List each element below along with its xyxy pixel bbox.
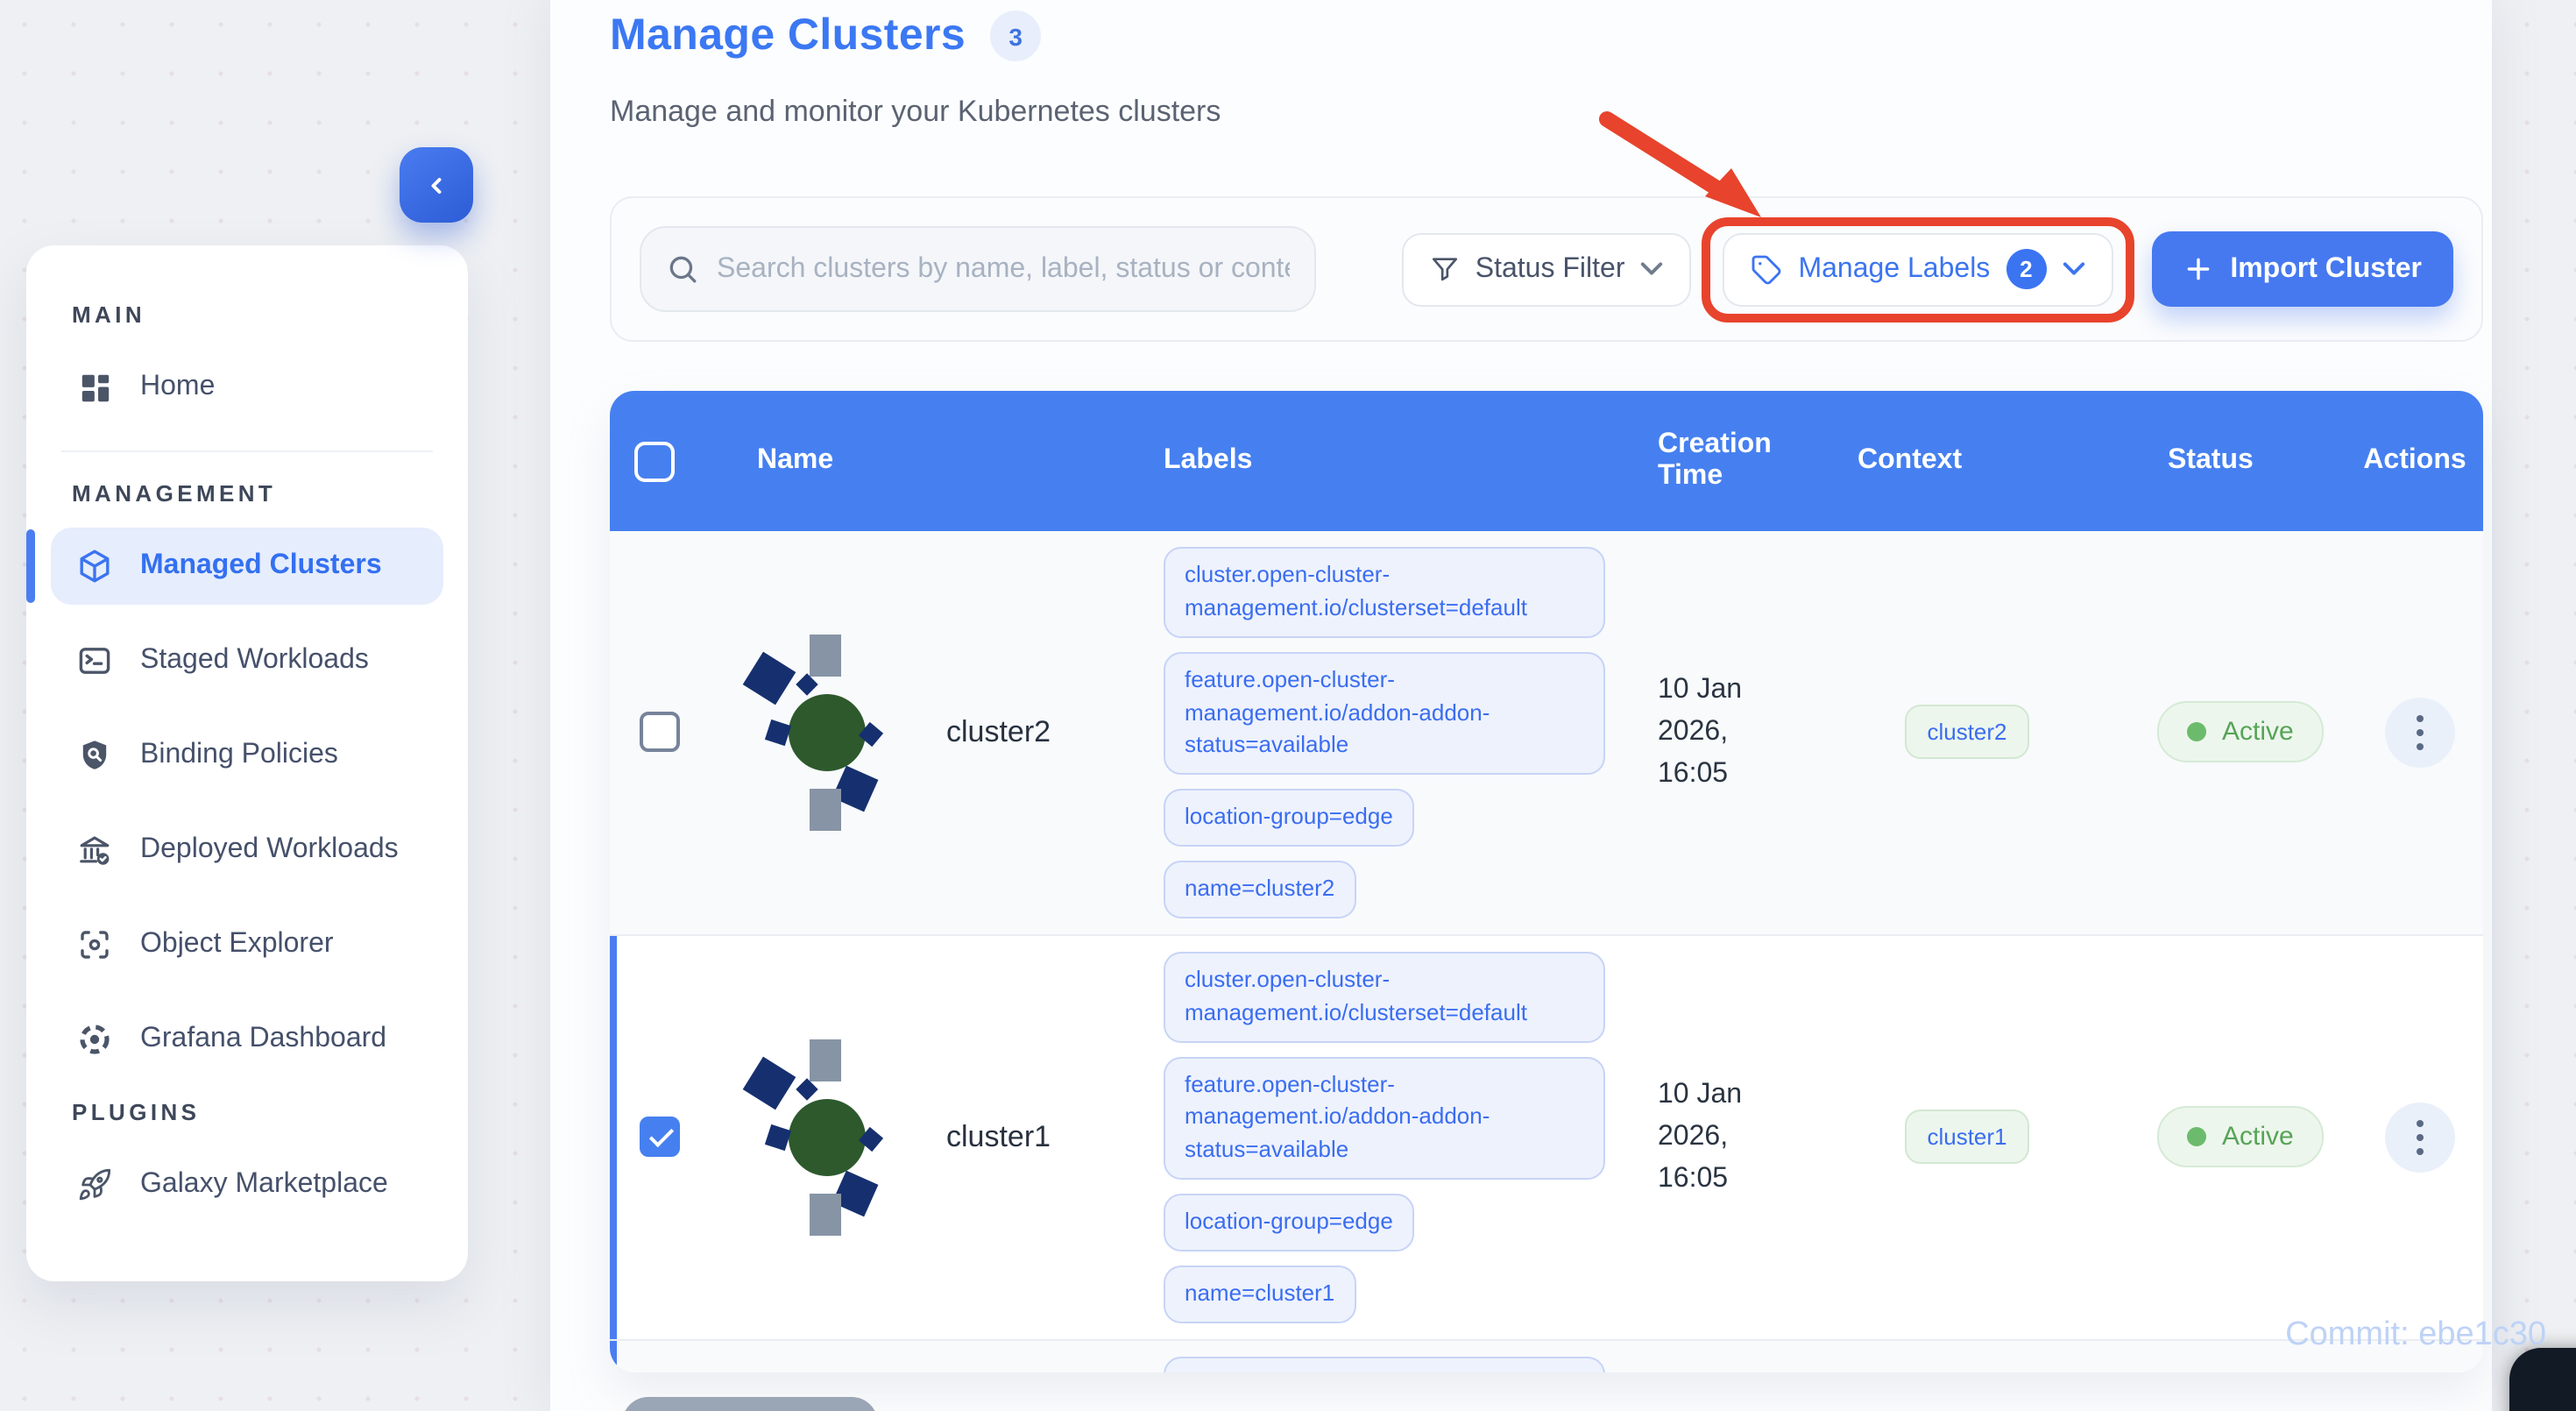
- sidebar: MAIN Home MANAGEMENT Managed Clusters St…: [26, 245, 468, 1281]
- sidebar-item-deployed-workloads[interactable]: Deployed Workloads: [51, 812, 443, 889]
- status-filter-label: Status Filter: [1475, 253, 1625, 283]
- context-badge: cluster2: [1904, 705, 2030, 760]
- cut-off-corner-widget[interactable]: [2509, 1348, 2576, 1411]
- sidebar-item-staged-workloads[interactable]: Staged Workloads: [51, 622, 443, 699]
- status-dot-icon: [2187, 722, 2206, 742]
- cluster-label-chip: cluster.open-cluster-management.io/clust…: [1164, 951, 1605, 1043]
- cluster-label-chip: location-group=edge: [1164, 789, 1414, 847]
- table-row: cluster1 cluster.open-cluster-management…: [610, 935, 2483, 1341]
- grafana-icon: [75, 1022, 114, 1057]
- column-header-creation-time: Creation Time: [1658, 429, 1772, 491]
- cluster-name: cluster1: [946, 1119, 1051, 1153]
- creation-time: 10 Jan 2026, 16:05: [1658, 674, 1743, 789]
- commit-hash-text: Commit: ebe1c30: [2285, 1316, 2546, 1353]
- column-header-context: Context: [1858, 445, 1963, 475]
- cluster-label-chip: location-group=edge: [1164, 1194, 1414, 1251]
- column-header-status: Status: [2168, 445, 2254, 475]
- status-badge: Active: [2157, 701, 2324, 763]
- scan-icon: [75, 927, 114, 962]
- tag-icon: [1751, 253, 1782, 285]
- sidebar-item-binding-policies[interactable]: Binding Policies: [51, 717, 443, 794]
- rocket-icon: [75, 1167, 114, 1202]
- row-checkbox[interactable]: [639, 1117, 679, 1158]
- cluster-label-chip: name=cluster1: [1164, 1265, 1356, 1323]
- chevron-down-icon: [2062, 261, 2084, 277]
- bank-check-icon: [75, 833, 114, 868]
- sidebar-divider: [61, 450, 433, 452]
- import-cluster-button[interactable]: Import Cluster: [2151, 231, 2453, 307]
- table-body: cluster2 cluster.open-cluster-management…: [610, 531, 2483, 1372]
- sidebar-item-object-explorer[interactable]: Object Explorer: [51, 906, 443, 983]
- context-badge: cluster1: [1904, 1110, 2030, 1165]
- sidebar-section-management: MANAGEMENT: [72, 480, 277, 507]
- sidebar-section-plugins: PLUGINS: [72, 1099, 201, 1125]
- search-input[interactable]: [717, 253, 1290, 285]
- row-checkbox[interactable]: [639, 712, 679, 753]
- shield-search-icon: [75, 738, 114, 773]
- sidebar-item-grafana-dashboard[interactable]: Grafana Dashboard: [51, 1001, 443, 1078]
- search-box[interactable]: [640, 226, 1316, 312]
- cluster-name: cluster2: [946, 714, 1051, 748]
- sidebar-item-label: Managed Clusters: [140, 550, 382, 580]
- plus-icon: [2183, 254, 2212, 284]
- cluster-animation-graphic: [742, 1025, 908, 1250]
- chevron-left-icon: [424, 173, 449, 197]
- manage-labels-button[interactable]: Manage Labels 2: [1723, 232, 2113, 306]
- manage-labels-label: Manage Labels: [1798, 253, 1991, 283]
- column-header-name: Name: [757, 445, 834, 475]
- sidebar-item-label: Grafana Dashboard: [140, 1024, 387, 1053]
- cube-icon: [75, 549, 114, 584]
- sidebar-item-galaxy-marketplace[interactable]: Galaxy Marketplace: [51, 1146, 443, 1223]
- toolbar: Status Filter Manage Labels 2 Imp: [610, 196, 2483, 342]
- creation-time: 10 Jan 2026, 16:05: [1658, 1079, 1743, 1194]
- filter-funnel-icon: [1430, 254, 1460, 284]
- sidebar-item-label: Deployed Workloads: [140, 834, 399, 864]
- search-icon: [666, 252, 699, 286]
- cluster-label-chip: cluster.open-cluster-management.io/clust…: [1164, 1356, 1605, 1372]
- status-dot-icon: [2187, 1127, 2206, 1147]
- cluster-label-chip: cluster.open-cluster-management.io/clust…: [1164, 547, 1605, 638]
- label-chips: cluster.open-cluster-management.io/clust…: [1164, 1356, 1605, 1372]
- sidebar-collapse-button[interactable]: [400, 147, 473, 223]
- cluster-label-chip: feature.open-cluster-management.io/addon…: [1164, 651, 1605, 776]
- page-title: Manage Clusters: [610, 11, 966, 60]
- sidebar-item-managed-clusters[interactable]: Managed Clusters: [26, 528, 443, 605]
- dashboard-icon: [75, 371, 114, 404]
- label-chips: cluster.open-cluster-management.io/clust…: [1164, 547, 1605, 918]
- sidebar-item-label: Staged Workloads: [140, 645, 369, 675]
- cut-off-bottom-button[interactable]: [622, 1397, 878, 1411]
- cluster-label-chip: feature.open-cluster-management.io/addon…: [1164, 1056, 1605, 1181]
- cluster-animation-graphic: [742, 620, 908, 845]
- sidebar-item-label: Home: [140, 372, 216, 401]
- cluster-label-chip: name=cluster2: [1164, 861, 1356, 918]
- table-header-row: Name Labels Creation Time Context Status…: [610, 391, 2483, 531]
- chevron-down-icon: [1640, 261, 1663, 277]
- manage-labels-count-badge: 2: [2006, 249, 2047, 289]
- import-cluster-label: Import Cluster: [2230, 253, 2422, 283]
- column-header-labels: Labels: [1164, 445, 1253, 475]
- column-header-actions: Actions: [2363, 445, 2466, 475]
- sidebar-section-main: MAIN: [72, 301, 146, 328]
- status-filter-button[interactable]: Status Filter: [1401, 232, 1692, 306]
- app-window: MAIN Home MANAGEMENT Managed Clusters St…: [0, 0, 2576, 1411]
- row-actions-button[interactable]: [2385, 697, 2455, 768]
- page-subtitle: Manage and monitor your Kubernetes clust…: [610, 95, 1221, 128]
- select-all-checkbox[interactable]: [633, 441, 674, 481]
- sidebar-item-label: Galaxy Marketplace: [140, 1169, 388, 1199]
- status-badge: Active: [2157, 1106, 2324, 1168]
- row-actions-button[interactable]: [2385, 1102, 2455, 1173]
- cluster-count-badge: 3: [990, 11, 1042, 61]
- sidebar-item-label: Binding Policies: [140, 740, 338, 769]
- terminal-icon: [75, 643, 114, 678]
- table-row: cluster2 cluster.open-cluster-management…: [610, 531, 2483, 936]
- label-chips: cluster.open-cluster-management.io/clust…: [1164, 951, 1605, 1323]
- clusters-table: Name Labels Creation Time Context Status…: [610, 391, 2483, 1372]
- table-row: k3d-example-cluster cluster.open-cluster…: [610, 1340, 2483, 1372]
- sidebar-item-label: Object Explorer: [140, 929, 334, 959]
- sidebar-item-home[interactable]: Home: [51, 349, 443, 426]
